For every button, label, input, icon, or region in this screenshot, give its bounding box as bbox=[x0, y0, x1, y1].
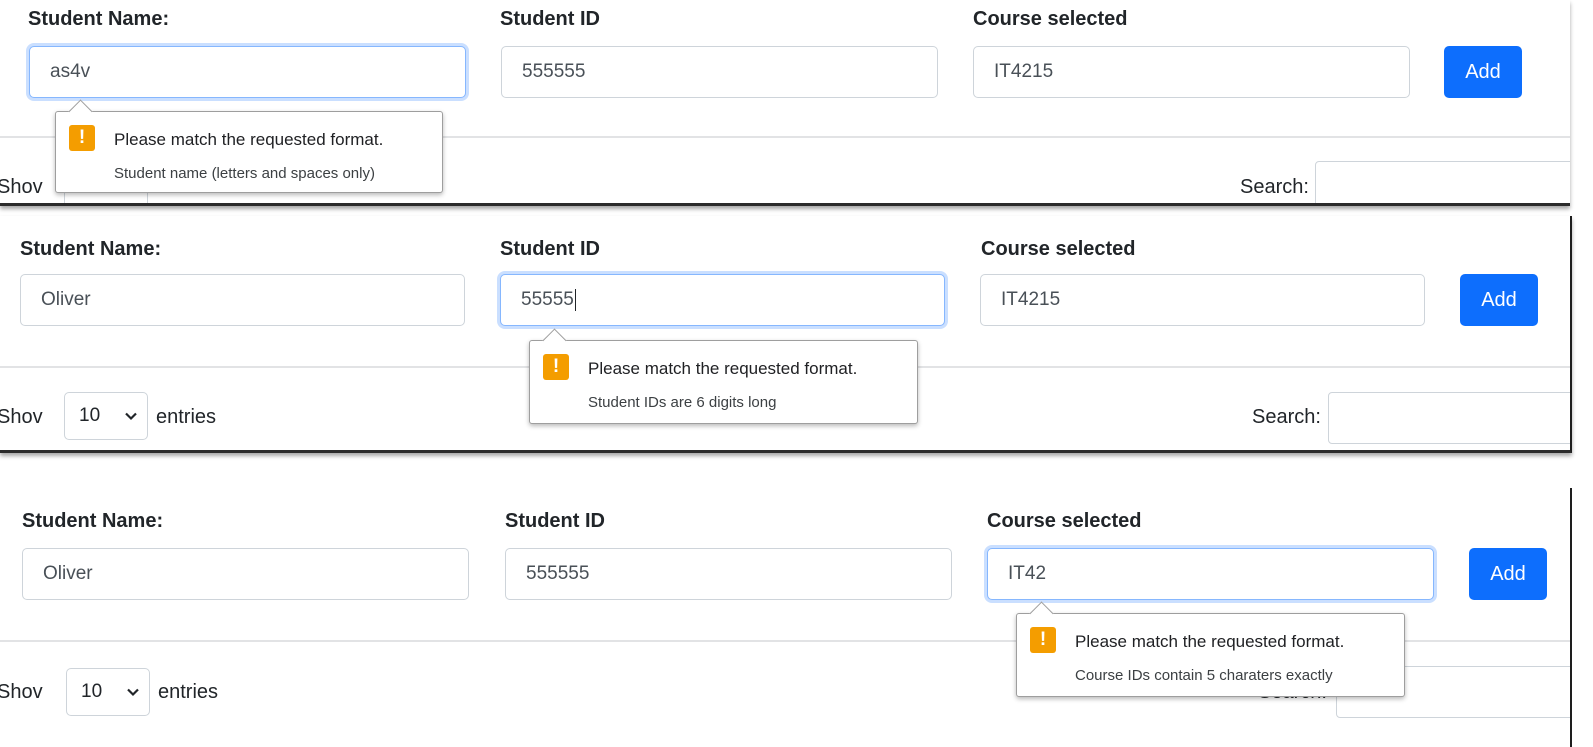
exclamation-warning-icon: ! bbox=[1030, 627, 1056, 653]
course-input[interactable]: IT42 bbox=[987, 548, 1434, 600]
tooltip-message: Please match the requested format. bbox=[114, 130, 384, 149]
tooltip-arrow bbox=[1029, 601, 1054, 626]
student-id-label: Student ID bbox=[500, 238, 600, 260]
course-input[interactable]: IT4215 bbox=[980, 274, 1425, 326]
add-button[interactable]: Add bbox=[1469, 548, 1547, 600]
exclamation-warning-icon: ! bbox=[543, 354, 569, 380]
student-name-label: Student Name: bbox=[22, 510, 164, 532]
add-button[interactable]: Add bbox=[1460, 274, 1538, 326]
chevron-down-icon bbox=[127, 688, 139, 697]
search-label: Search: bbox=[1240, 176, 1309, 198]
entries-label: entries bbox=[156, 406, 217, 428]
tooltip-message: Please match the requested format. bbox=[588, 359, 858, 378]
show-entries-label: Shov bbox=[0, 681, 43, 703]
exclamation-warning-icon: ! bbox=[69, 125, 95, 151]
search-input[interactable] bbox=[1328, 392, 1570, 444]
page-length-select[interactable]: 10 bbox=[66, 668, 150, 716]
student-id-input[interactable]: 555555 bbox=[505, 548, 952, 600]
entries-label: entries bbox=[158, 681, 219, 703]
search-input[interactable] bbox=[1315, 161, 1570, 203]
page-length-select[interactable]: 10 bbox=[64, 392, 148, 440]
validation-tooltip: ! Please match the requested format. Cou… bbox=[1016, 601, 1405, 697]
student-id-label: Student ID bbox=[505, 510, 605, 532]
course-input[interactable]: IT4215 bbox=[973, 46, 1410, 98]
course-label: Course selected bbox=[973, 8, 1128, 30]
page-length-value: 10 bbox=[81, 681, 103, 702]
validation-tooltip: ! Please match the requested format. Stu… bbox=[55, 99, 443, 193]
student-id-input[interactable]: 555555 bbox=[501, 46, 938, 98]
student-id-input[interactable]: 55555 bbox=[500, 274, 945, 326]
chevron-down-icon bbox=[125, 412, 137, 421]
text-caret bbox=[574, 288, 576, 311]
student-name-input[interactable]: Oliver bbox=[22, 548, 469, 600]
tooltip-hint: Student IDs are 6 digits long bbox=[588, 394, 777, 411]
tooltip-hint: Course IDs contain 5 charaters exactly bbox=[1075, 667, 1333, 684]
validation-panel-course: Student Name: Student ID Course selected… bbox=[0, 488, 1572, 747]
tooltip-arrow bbox=[68, 99, 93, 124]
student-id-value: 55555 bbox=[521, 289, 574, 310]
course-label: Course selected bbox=[987, 510, 1142, 532]
tooltip-hint: Student name (letters and spaces only) bbox=[114, 165, 375, 182]
student-name-label: Student Name: bbox=[28, 8, 170, 30]
tooltip-message: Please match the requested format. bbox=[1075, 632, 1345, 651]
student-name-input[interactable]: Oliver bbox=[20, 274, 465, 326]
student-id-label: Student ID bbox=[500, 8, 600, 30]
search-label: Search: bbox=[1252, 406, 1321, 428]
student-name-input[interactable]: as4v bbox=[29, 46, 466, 98]
validation-panel-id: Student Name: Student ID Course selected… bbox=[0, 216, 1572, 453]
course-label: Course selected bbox=[981, 238, 1136, 260]
validation-panel-name: Student Name: Student ID Course selected… bbox=[0, 0, 1570, 206]
student-name-label: Student Name: bbox=[20, 238, 162, 260]
add-button[interactable]: Add bbox=[1444, 46, 1522, 98]
show-entries-label: Shov bbox=[0, 406, 43, 428]
validation-tooltip: ! Please match the requested format. Stu… bbox=[529, 328, 918, 424]
show-entries-label: Shov bbox=[0, 176, 43, 198]
tooltip-arrow bbox=[542, 328, 567, 353]
page-length-value: 10 bbox=[79, 405, 101, 426]
